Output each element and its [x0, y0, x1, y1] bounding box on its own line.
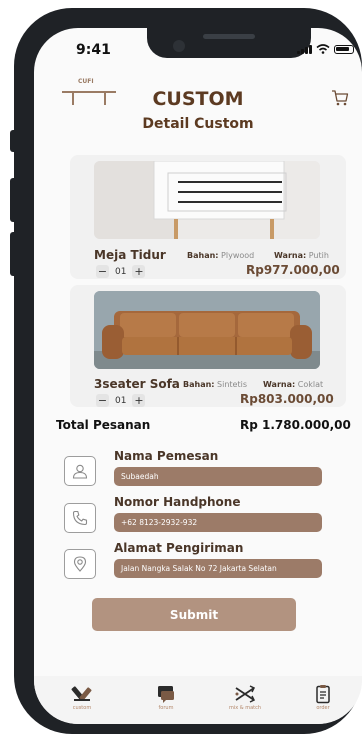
- material-label: Bahan:: [187, 251, 219, 260]
- speaker: [203, 34, 255, 39]
- qty-increase-button[interactable]: +: [132, 394, 146, 407]
- wifi-icon: [316, 44, 330, 54]
- product-card[interactable]: Meja Tidur Bahan: Plywood Warna: Putih −…: [70, 155, 346, 279]
- battery-icon: [334, 44, 354, 54]
- color-label: Warna:: [274, 251, 307, 260]
- nav-item-custom[interactable]: custom: [57, 684, 107, 711]
- qty-value: 01: [115, 395, 127, 406]
- sofa-image: [94, 291, 320, 369]
- address-field[interactable]: Jalan Nangka Salak No 72 Jakarta Selatan: [114, 559, 322, 578]
- qty-increase-button[interactable]: +: [132, 265, 146, 278]
- product-color: Warna: Coklat: [263, 380, 323, 389]
- qty-decrease-button[interactable]: −: [96, 265, 109, 278]
- phone-screen: 9:41 CUFI CUSTOM Detail Custom Meja Tidu…: [34, 28, 362, 724]
- phone-icon: [64, 503, 96, 533]
- color-label: Warna:: [263, 380, 296, 389]
- nav-label-custom: custom: [72, 705, 92, 711]
- nav-item-forum[interactable]: forum: [141, 684, 191, 711]
- product-material: Bahan: Sintetis: [183, 380, 247, 389]
- product-card[interactable]: 3seater Sofa Bahan: Sintetis Warna: Cokl…: [70, 285, 346, 407]
- product-price: Rp803.000,00: [240, 392, 334, 406]
- page-title: CUSTOM: [152, 88, 244, 110]
- product-material: Bahan: Plywood: [187, 251, 254, 260]
- qty-decrease-button[interactable]: −: [96, 394, 109, 407]
- color-value: Coklat: [297, 380, 324, 389]
- order-clipboard-icon: [316, 685, 330, 704]
- nightstand-image: [94, 161, 320, 239]
- address-label: Alamat Pengiriman: [114, 541, 244, 555]
- location-pin-icon: [64, 549, 96, 579]
- nav-label-order: order: [316, 705, 330, 711]
- nav-label-forum: forum: [158, 705, 174, 711]
- quantity-stepper: − 01 +: [96, 394, 146, 407]
- nav-label-mix-match: mix & match: [228, 705, 262, 711]
- status-icons: [297, 44, 354, 54]
- material-value: Sintetis: [217, 380, 247, 389]
- total-value: Rp 1.780.000,00: [240, 418, 351, 432]
- submit-button[interactable]: Submit: [92, 598, 296, 631]
- logo-text: CUFI: [78, 78, 94, 85]
- page-subtitle: Detail Custom: [142, 116, 254, 132]
- status-time: 9:41: [76, 42, 111, 58]
- front-camera: [173, 40, 185, 52]
- name-field[interactable]: Subaedah: [114, 467, 322, 486]
- product-price: Rp977.000,00: [246, 263, 340, 277]
- product-name: 3seater Sofa: [94, 377, 180, 391]
- user-icon: [64, 456, 96, 486]
- custom-tools-icon: [71, 686, 92, 701]
- phone-label: Nomor Handphone: [114, 495, 241, 509]
- nav-item-mix-match[interactable]: mix & match: [220, 684, 270, 711]
- bottom-nav: custom forum mix & match order: [34, 676, 362, 724]
- forum-chat-icon: [158, 686, 174, 703]
- product-color: Warna: Putih: [274, 251, 329, 260]
- name-label: Nama Pemesan: [114, 449, 219, 463]
- quantity-stepper: − 01 +: [96, 265, 146, 278]
- nav-item-order[interactable]: order: [298, 684, 348, 711]
- product-name: Meja Tidur: [94, 248, 166, 262]
- material-value: Plywood: [221, 251, 255, 260]
- qty-value: 01: [115, 266, 127, 277]
- color-value: Putih: [308, 251, 329, 260]
- signal-icon: [297, 44, 312, 54]
- notch: [147, 28, 311, 58]
- phone-frame: 9:41 CUFI CUSTOM Detail Custom Meja Tidu…: [14, 8, 362, 734]
- phone-field[interactable]: +62 8123-2932-932: [114, 513, 322, 532]
- mix-match-icon: [235, 685, 256, 703]
- material-label: Bahan:: [183, 380, 215, 389]
- cart-icon[interactable]: [330, 88, 350, 108]
- total-label: Total Pesanan: [56, 418, 151, 432]
